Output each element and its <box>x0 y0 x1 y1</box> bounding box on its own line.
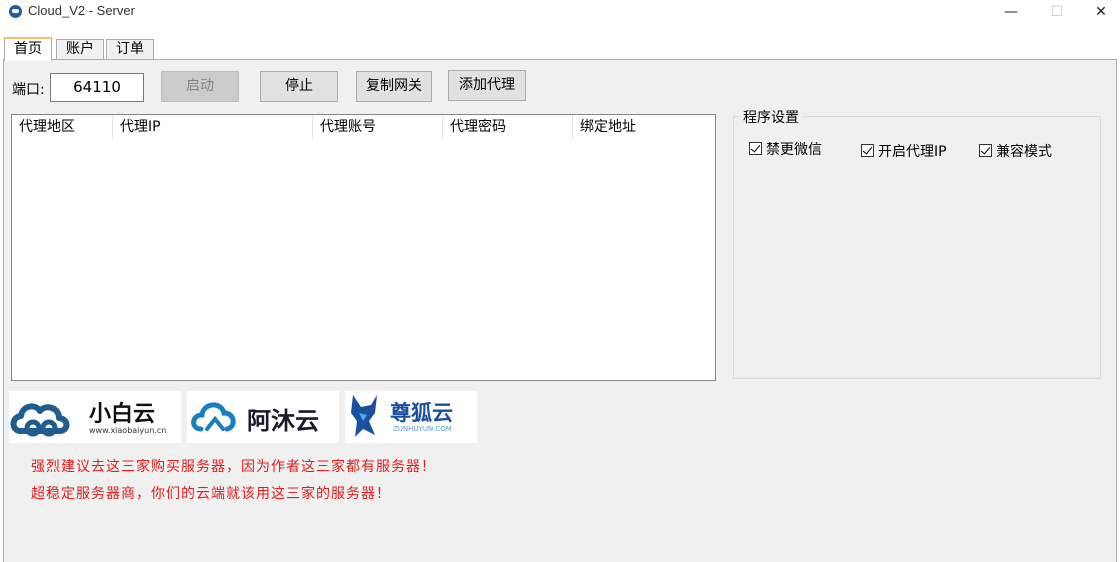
settings-group-title: 程序设置 <box>740 107 802 127</box>
enable-proxy-ip-checkbox[interactable]: 开启代理IP <box>861 143 947 161</box>
minimize-button[interactable]: — <box>988 0 1034 26</box>
compat-mode-label: 兼容模式 <box>996 144 1052 160</box>
zunhuyun-logo[interactable]: 尊狐云 ZUNHUYUN.COM <box>345 391 477 443</box>
proxy-list[interactable]: 代理地区 代理IP 代理账号 代理密码 绑定地址 <box>11 114 716 381</box>
tab-orders[interactable]: 订单 <box>106 39 154 60</box>
block-wechat-update-label: 禁更微信 <box>766 142 822 158</box>
close-button[interactable]: ✕ <box>1078 0 1120 26</box>
xiaobaiyun-cloud-icon <box>10 403 70 437</box>
column-header-password[interactable]: 代理密码 <box>443 115 573 140</box>
port-input[interactable]: 64110 <box>50 73 144 102</box>
fox-icon <box>351 395 377 437</box>
xiaobaiyun-domain: www.xiaobaiyun.cn <box>89 426 167 435</box>
column-header-ip[interactable]: 代理IP <box>113 115 313 140</box>
zunhuyun-name: 尊狐云 <box>390 401 453 425</box>
window-title: Cloud_V2 - Server <box>28 3 135 18</box>
port-label: 端口: <box>12 82 45 98</box>
title-bar: Cloud_V2 - Server — ☐ ✕ <box>0 0 1120 30</box>
home-tab-page: 端口: 64110 启动 停止 复制网关 添加代理 代理地区 代理IP 代理账号… <box>3 59 1117 562</box>
column-header-account[interactable]: 代理账号 <box>313 115 443 140</box>
column-header-bind-address[interactable]: 绑定地址 <box>573 115 715 140</box>
stop-button[interactable]: 停止 <box>260 71 338 102</box>
add-proxy-button[interactable]: 添加代理 <box>448 70 526 101</box>
checkbox-checked-icon <box>979 144 992 157</box>
xiaobaiyun-logo[interactable]: 小白云 www.xiaobaiyun.cn <box>9 391 181 443</box>
settings-group: 程序设置 禁更微信 开启代理IP 兼容模式 <box>733 107 1101 379</box>
tab-account[interactable]: 账户 <box>56 39 104 60</box>
block-wechat-update-checkbox[interactable]: 禁更微信 <box>749 141 822 159</box>
checkbox-checked-icon <box>749 142 762 155</box>
amuyun-logo[interactable]: 阿沐云 <box>187 391 339 443</box>
notice-line-1: 强烈建议去这三家购买服务器，因为作者这三家都有服务器！ <box>31 459 436 475</box>
maximize-button[interactable]: ☐ <box>1034 0 1080 26</box>
proxy-list-header: 代理地区 代理IP 代理账号 代理密码 绑定地址 <box>12 115 715 140</box>
compat-mode-checkbox[interactable]: 兼容模式 <box>979 143 1052 161</box>
column-header-region[interactable]: 代理地区 <box>12 115 113 140</box>
tab-home[interactable]: 首页 <box>4 37 52 61</box>
checkbox-checked-icon <box>861 144 874 157</box>
enable-proxy-ip-label: 开启代理IP <box>878 144 947 160</box>
amuyun-name: 阿沐云 <box>247 407 319 435</box>
copy-gateway-button[interactable]: 复制网关 <box>356 71 432 102</box>
start-button[interactable]: 启动 <box>161 71 239 102</box>
zunhuyun-domain: ZUNHUYUN.COM <box>393 425 452 433</box>
xiaobaiyun-name: 小白云 <box>89 402 156 427</box>
notice-line-2: 超稳定服务器商，你们的云端就该用这三家的服务器！ <box>31 486 391 502</box>
amuyun-cloud-icon <box>191 402 236 432</box>
app-icon <box>9 5 22 18</box>
